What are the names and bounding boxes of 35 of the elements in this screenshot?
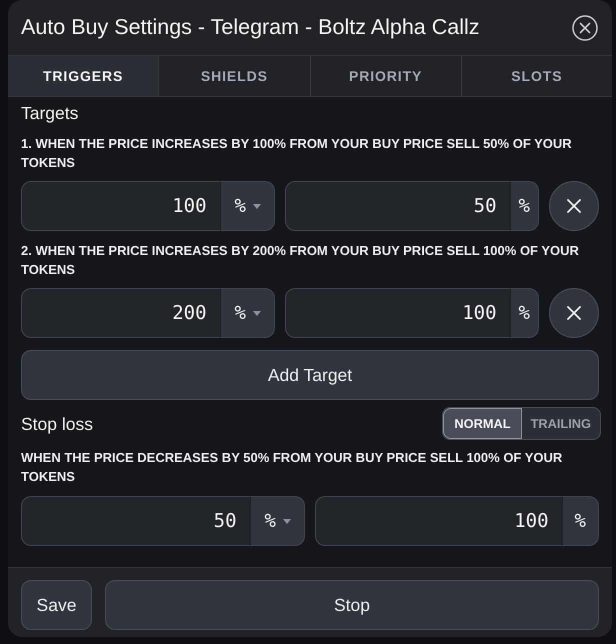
remove-target-button[interactable]: [549, 181, 599, 231]
target-description: 1. WHEN THE PRICE INCREASES BY 100% FROM YOUR BUY PRICE SELL 50% OF YOUR TOKENS: [21, 135, 573, 172]
caret-icon: [253, 310, 261, 316]
tab[interactable]: SLOTS: [460, 56, 612, 96]
save-button[interactable]: Save: [21, 580, 92, 630]
unit-dropdown[interactable]: %: [220, 288, 275, 338]
section-heading: Stop loss: [21, 412, 93, 434]
caret-icon: [283, 518, 291, 524]
caret-icon: [253, 204, 261, 208]
number-input[interactable]: 100: [21, 181, 220, 231]
target-description: 2. WHEN THE PRICE INCREASES BY 200% FROM YOUR BUY PRICE SELL 100% OF YOUR TOKENS: [21, 242, 580, 279]
unit-label: %: [510, 181, 539, 231]
number-input[interactable]: 50: [21, 496, 250, 546]
section-heading: Targets: [21, 102, 80, 124]
number-input[interactable]: 100: [315, 496, 562, 546]
add-target-button[interactable]: Add Target: [21, 350, 599, 400]
tab[interactable]: TRIGGERS: [8, 56, 158, 96]
dialog-title: Auto Buy Settings - Telegram - Boltz Alpha Callz: [21, 15, 480, 40]
tab[interactable]: PRIORITY: [310, 56, 461, 96]
unit-label: %: [562, 496, 599, 546]
stop-button[interactable]: Stop: [105, 580, 599, 630]
number-input[interactable]: 200: [21, 288, 220, 338]
number-input[interactable]: 100: [285, 288, 510, 338]
unit-label: %: [510, 288, 539, 338]
unit-dropdown[interactable]: %: [250, 496, 305, 546]
close-icon: [567, 199, 581, 213]
unit-dropdown[interactable]: %: [220, 181, 275, 231]
close-icon[interactable]: [572, 14, 598, 40]
mode-toggle-option[interactable]: NORMAL: [443, 408, 522, 439]
tab[interactable]: SHIELDS: [158, 56, 310, 96]
number-input[interactable]: 50: [285, 181, 510, 231]
stop-loss-description: WHEN THE PRICE DECREASES BY 50% FROM YOUR BUY PRICE SELL 100% OF YOUR TOKENS: [21, 449, 564, 486]
mode-toggle-option[interactable]: TRAILING: [522, 408, 600, 439]
close-icon: [567, 306, 581, 320]
remove-target-button[interactable]: [549, 288, 599, 338]
